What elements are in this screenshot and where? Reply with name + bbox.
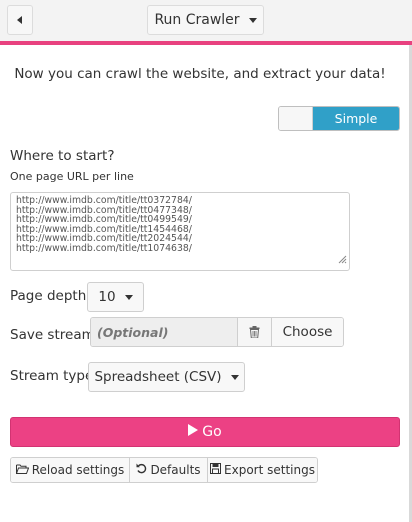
stream-type-select[interactable]: Spreadsheet (CSV) bbox=[88, 362, 245, 392]
run-crawler-dropdown[interactable]: Run Crawler bbox=[147, 5, 264, 35]
choose-stream-button[interactable]: Choose bbox=[272, 318, 343, 346]
toggle-simple[interactable]: Simple bbox=[313, 107, 399, 130]
export-settings-label: Export settings bbox=[224, 463, 315, 477]
defaults-button[interactable]: Defaults bbox=[130, 458, 208, 482]
folder-open-icon bbox=[15, 463, 32, 477]
reload-settings-button[interactable]: Reload settings bbox=[11, 458, 130, 482]
reload-settings-label: Reload settings bbox=[31, 463, 125, 477]
go-label: Go bbox=[202, 424, 222, 440]
play-icon bbox=[188, 424, 202, 440]
page-depth-select[interactable]: 10 bbox=[87, 282, 144, 312]
export-settings-button[interactable]: Export settings bbox=[208, 458, 317, 482]
page-depth-value: 10 bbox=[98, 289, 116, 305]
caret-down-icon bbox=[124, 294, 133, 300]
stream-type-value: Spreadsheet (CSV) bbox=[94, 369, 222, 385]
page-title: Run Crawler bbox=[154, 12, 240, 28]
start-hint: One page URL per line bbox=[10, 170, 134, 183]
chevron-left-icon bbox=[17, 16, 23, 24]
top-bar: Run Crawler bbox=[0, 0, 412, 45]
back-button[interactable] bbox=[7, 5, 33, 35]
go-button[interactable]: Go bbox=[10, 417, 400, 447]
caret-down-icon bbox=[248, 17, 257, 23]
trash-icon bbox=[249, 323, 260, 342]
start-urls-textarea[interactable]: http://www.imdb.com/title/tt0372784/ htt… bbox=[10, 192, 350, 271]
toggle-off-side[interactable] bbox=[279, 107, 313, 130]
stream-type-label: Stream type bbox=[10, 368, 94, 384]
page-depth-label: Page depth bbox=[10, 288, 87, 304]
url-line: http://www.imdb.com/title/tt1074638/ bbox=[16, 242, 192, 254]
defaults-label: Defaults bbox=[150, 463, 201, 477]
caret-down-icon bbox=[230, 374, 239, 380]
save-stream-group: (Optional) Choose bbox=[90, 317, 344, 347]
start-label: Where to start? bbox=[10, 148, 115, 164]
mode-toggle[interactable]: Simple bbox=[278, 106, 400, 131]
undo-icon bbox=[136, 463, 150, 477]
save-icon bbox=[210, 463, 224, 477]
save-stream-input[interactable]: (Optional) bbox=[91, 318, 238, 346]
clear-stream-button[interactable] bbox=[238, 318, 272, 346]
resize-handle-icon[interactable] bbox=[338, 249, 347, 268]
save-stream-label: Save stream bbox=[10, 327, 95, 343]
intro-text: Now you can crawl the website, and extra… bbox=[14, 66, 386, 82]
settings-button-group: Reload settings Defaults Export settings bbox=[10, 457, 318, 483]
